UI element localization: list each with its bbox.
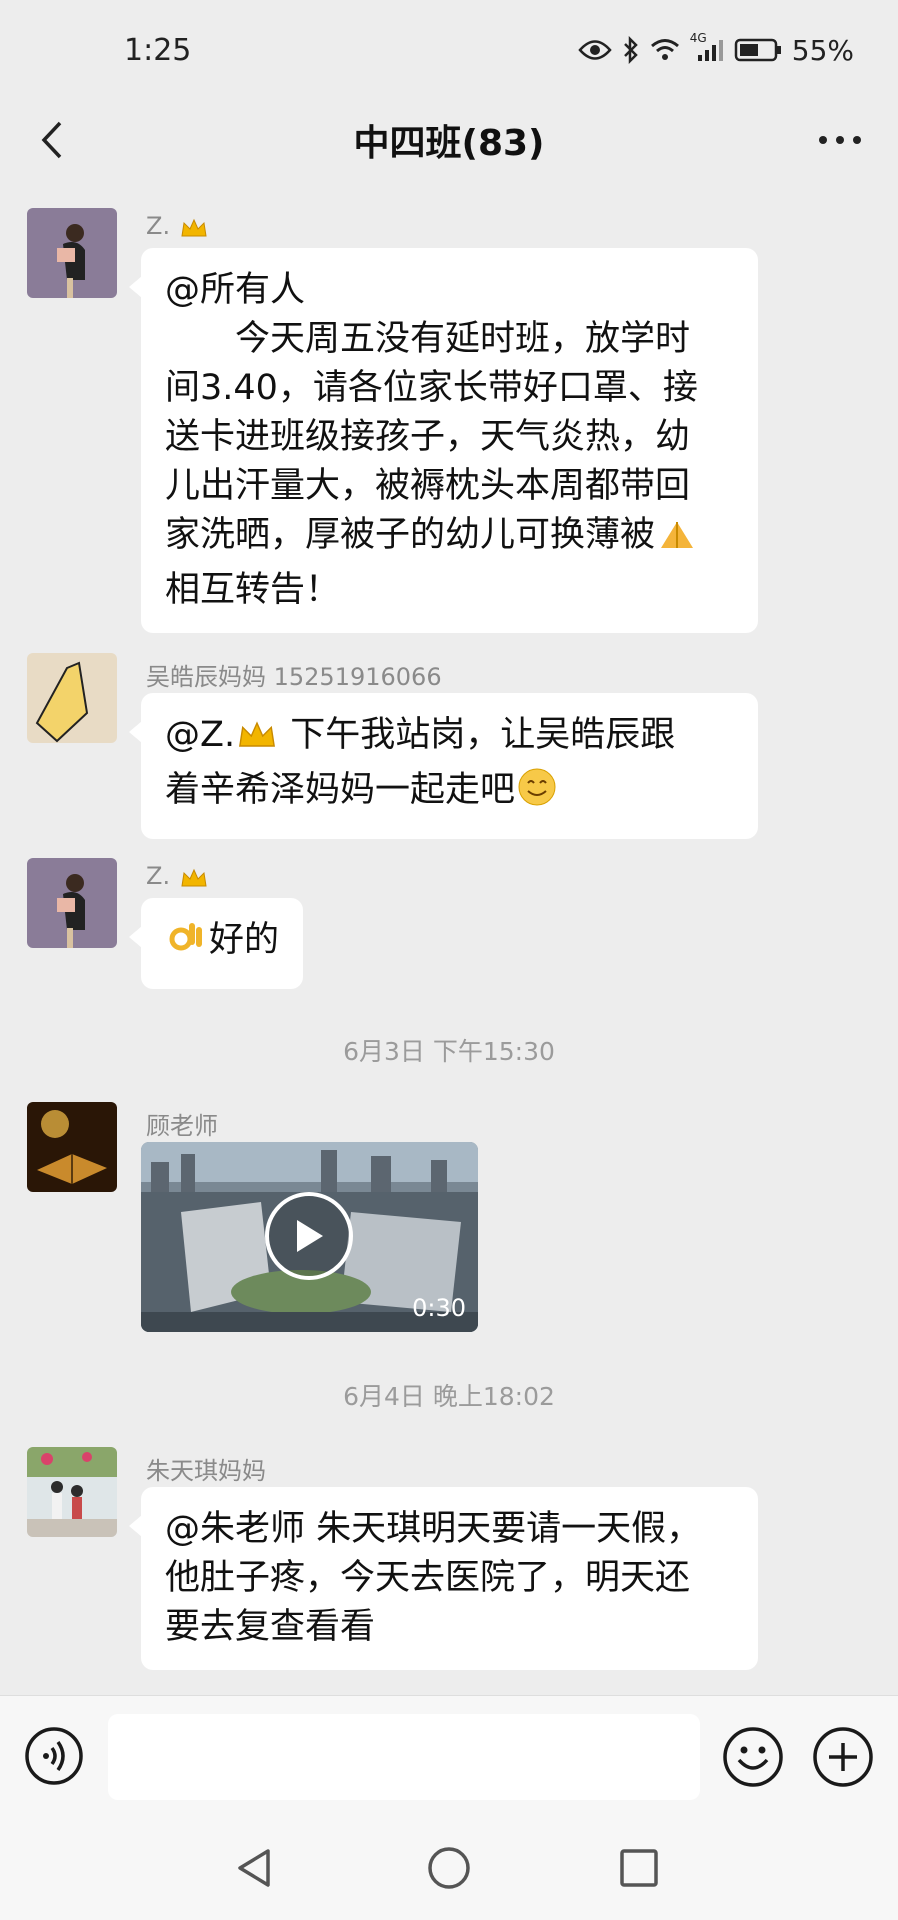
video-duration: 0:30 xyxy=(412,1294,466,1322)
chat-title: 中四班(83) xyxy=(353,123,545,164)
sender-name: Z. xyxy=(146,212,210,246)
sender-name-text: Z. xyxy=(146,212,171,240)
back-button[interactable] xyxy=(26,114,78,166)
avatar[interactable] xyxy=(27,858,117,948)
message-line: 相互转告！ xyxy=(165,570,341,610)
voice-input-button[interactable] xyxy=(24,1726,84,1786)
message-line: @朱老师 朱天琪明天要请一天假， xyxy=(165,1509,702,1549)
voice-icon xyxy=(25,1727,83,1785)
crown-emoji-icon xyxy=(180,868,208,896)
message-line: 着辛希泽妈妈一起走吧 xyxy=(165,770,516,810)
system-navigation-bar xyxy=(0,1815,898,1920)
message-line: 送卡进班级接孩子，天气炎热，幼 xyxy=(165,417,691,457)
sender-name-text: Z. xyxy=(146,862,171,890)
message-line: 间3.40，请各位家长带好口罩、接 xyxy=(165,368,698,408)
play-icon xyxy=(297,1220,323,1252)
message-bubble[interactable]: @Z. 下午我站岗，让吴皓辰跟 着辛希泽妈妈一起走吧 xyxy=(129,693,758,839)
chat-header: 中四班(83) xyxy=(0,100,898,180)
chevron-left-icon xyxy=(41,121,62,159)
circle-home-icon xyxy=(428,1847,470,1889)
chat-input-bar xyxy=(0,1695,898,1815)
bluetooth-icon xyxy=(622,36,640,64)
smile-emoji-icon xyxy=(517,767,557,821)
message-line: 儿出汗量大，被褥枕头本周都带回 xyxy=(165,466,691,506)
message-line: @所有人 xyxy=(165,270,306,310)
wifi-icon xyxy=(650,38,680,62)
system-home-button[interactable] xyxy=(426,1845,472,1891)
more-functions-button[interactable] xyxy=(812,1726,874,1788)
praying-hands-emoji-icon xyxy=(657,516,697,566)
eye-icon xyxy=(578,39,612,61)
timestamp-divider: 6月3日 下午15:30 xyxy=(343,1037,555,1066)
crown-emoji-icon xyxy=(180,218,208,246)
status-indicators: 4G 55% xyxy=(578,31,854,67)
emoji-button[interactable] xyxy=(722,1726,784,1788)
message-bubble[interactable]: @朱老师 朱天琪明天要请一天假， 他肚子疼，今天去医院了，明天还 要去复查看看 xyxy=(129,1487,758,1670)
sender-name: 朱天琪妈妈 xyxy=(146,1457,266,1485)
system-recents-button[interactable] xyxy=(616,1845,662,1891)
message-bubble[interactable]: @所有人 今天周五没有延时班，放学时 间3.40，请各位家长带好口罩、接 送卡进… xyxy=(129,248,758,633)
avatar[interactable] xyxy=(27,653,117,743)
triangle-back-icon xyxy=(238,1849,270,1887)
square-recents-icon xyxy=(620,1849,658,1887)
message-bubble[interactable]: 好的 xyxy=(128,898,304,989)
message-input[interactable] xyxy=(108,1714,700,1800)
message-line: 他肚子疼，今天去医院了，明天还 xyxy=(165,1558,691,1598)
battery-percent: 55% xyxy=(791,33,854,67)
mention-text: @Z. xyxy=(165,715,236,755)
ok-hand-emoji-icon xyxy=(167,917,207,971)
sender-name: 吴皓辰妈妈 15251916066 xyxy=(146,663,442,691)
avatar[interactable] xyxy=(27,1447,117,1537)
network-type: 4G xyxy=(689,31,707,45)
cellular-signal-icon: 4G xyxy=(690,31,724,63)
sender-name: Z. xyxy=(146,862,210,896)
sender-name: 顾老师 xyxy=(146,1112,218,1140)
play-button[interactable] xyxy=(265,1192,353,1280)
message-line: 下午我站岗，让吴皓辰跟 xyxy=(290,715,676,755)
timestamp-divider: 6月4日 晚上18:02 xyxy=(343,1382,555,1411)
more-button[interactable] xyxy=(812,120,868,160)
avatar[interactable] xyxy=(27,1102,117,1192)
chat-message-list[interactable]: Z. @所有人 今天周五没有延时班，放学时 间3.40，请各位家长带好口罩、接 … xyxy=(0,190,898,1695)
message-line: 要去复查看看 xyxy=(165,1607,376,1647)
smiley-icon xyxy=(723,1727,783,1787)
message-line: 好的 xyxy=(209,920,280,960)
plus-icon xyxy=(813,1727,873,1787)
message-line: 今天周五没有延时班，放学时 xyxy=(235,319,691,359)
video-message[interactable]: 0:30 xyxy=(141,1142,478,1332)
message-line: 家洗晒，厚被子的幼儿可换薄被 xyxy=(165,515,656,555)
more-dots-icon xyxy=(819,136,861,144)
avatar[interactable] xyxy=(27,208,117,298)
status-time: 1:25 xyxy=(124,32,192,68)
crown-emoji-icon xyxy=(237,717,277,766)
system-back-button[interactable] xyxy=(232,1845,278,1891)
battery-icon xyxy=(734,38,782,62)
status-bar: 1:25 4G 55% xyxy=(0,0,898,100)
